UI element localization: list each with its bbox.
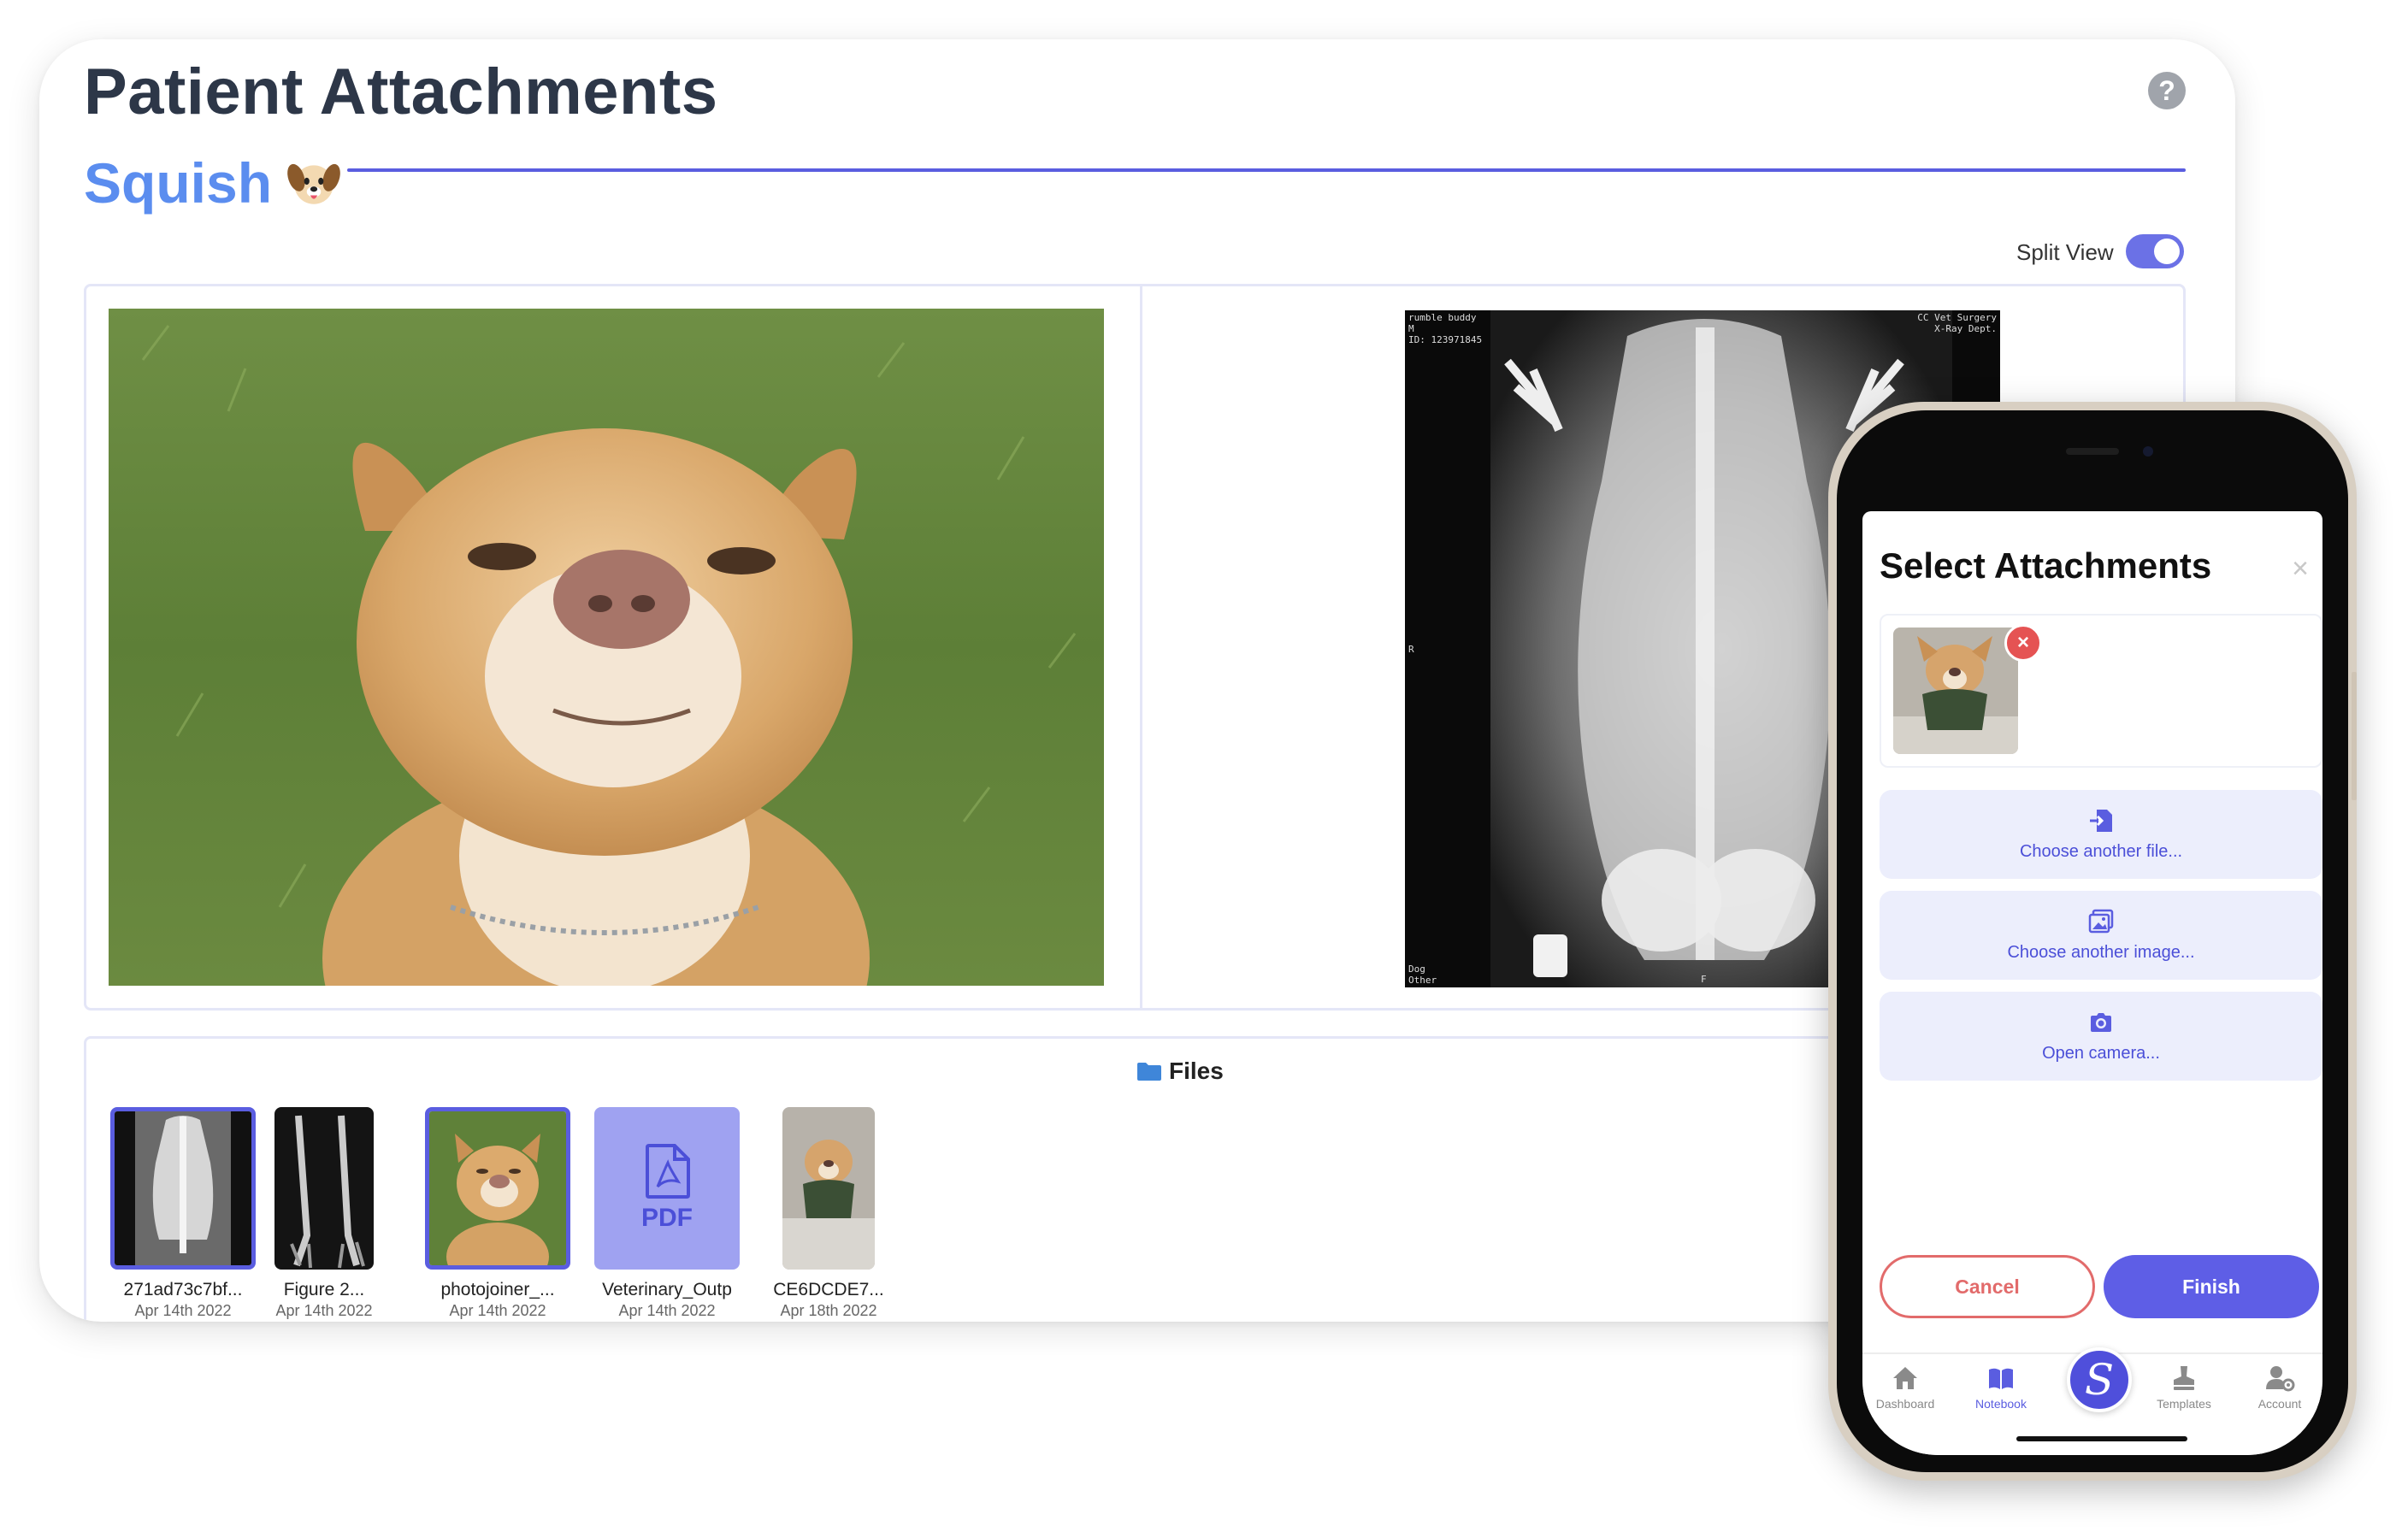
file-thumb-5[interactable] [782, 1107, 875, 1270]
files-heading: Files [1136, 1058, 1224, 1085]
images-icon [2088, 909, 2114, 933]
split-view-toggle[interactable] [2126, 234, 2184, 268]
file-name-5: CE6DCDE7... [773, 1280, 884, 1299]
xray-thumb-image [115, 1111, 251, 1265]
file-thumb-3[interactable] [425, 1107, 570, 1270]
split-view-label: Split View [2016, 239, 2114, 265]
selected-attachment-thumb[interactable] [1893, 628, 2018, 754]
phone-screen: Select Attachments × × Choose another fi… [1862, 511, 2322, 1455]
choose-file-button[interactable]: Choose another file... [1880, 790, 2322, 879]
choose-file-label: Choose another file... [2019, 841, 2183, 861]
patient-header: Squish [84, 140, 342, 226]
file-name-3: photojoiner_... [440, 1280, 555, 1299]
dog-photo-thumb-image [429, 1111, 566, 1265]
file-date-2: Apr 14th 2022 [275, 1302, 373, 1319]
folder-icon [1137, 1063, 1161, 1081]
xray-clinic-info: CC Vet Surgery X-Ray Dept. [1917, 312, 1997, 334]
help-icon[interactable]: ? [2148, 72, 2186, 109]
file-thumb-4[interactable]: PDF [594, 1107, 740, 1270]
xray-marker-r: R [1408, 644, 1414, 655]
phone-side-button [2352, 672, 2357, 800]
file-date-3: Apr 14th 2022 [449, 1302, 546, 1319]
camera-icon [2091, 1012, 2111, 1032]
choose-image-label: Choose another image... [2007, 942, 2195, 962]
home-indicator [2016, 1436, 2187, 1441]
file-date-5: Apr 18th 2022 [780, 1302, 877, 1319]
finish-button[interactable]: Finish [2104, 1255, 2319, 1318]
tab-dashboard[interactable]: Dashboard [1862, 1363, 1948, 1411]
files-title: Files [1169, 1058, 1224, 1084]
dog-photo-image [109, 309, 1104, 986]
app-logo-button[interactable]: S [2067, 1347, 2132, 1412]
page-title: Patient Attachments [84, 56, 718, 128]
file-name-2: Figure 2... [283, 1280, 365, 1299]
selected-attachment-preview: × [1880, 614, 2322, 768]
choose-image-button[interactable]: Choose another image... [1880, 891, 2322, 980]
tab-account-label: Account [2258, 1397, 2302, 1411]
tab-account[interactable]: Account [2237, 1363, 2322, 1411]
phone-bezel: Select Attachments × × Choose another fi… [1837, 410, 2348, 1472]
remove-attachment-button[interactable]: × [2004, 624, 2042, 662]
split-divider[interactable] [1140, 286, 1142, 1008]
file-thumb-2[interactable] [274, 1107, 374, 1270]
toggle-knob [2154, 239, 2180, 264]
xray-legs-thumb-image [274, 1107, 374, 1270]
phone-device: Select Attachments × × Choose another fi… [1828, 402, 2357, 1481]
file-name-4: Veterinary_Outp [602, 1280, 732, 1299]
home-icon [1893, 1367, 1917, 1389]
xray-patient-info: rumble buddy M ID: 123971845 [1408, 312, 1483, 345]
title-divider [347, 168, 2186, 172]
dog-jacket-preview-image [1893, 628, 2018, 754]
file-date-4: Apr 14th 2022 [618, 1302, 716, 1319]
file-thumb-1[interactable] [110, 1107, 256, 1270]
tab-dashboard-label: Dashboard [1875, 1397, 1935, 1411]
patient-name: Squish [84, 151, 273, 215]
stamp-icon [2174, 1366, 2194, 1390]
file-import-icon [2090, 809, 2112, 832]
xray-marker-f: F [1701, 974, 1707, 985]
tab-templates[interactable]: Templates [2141, 1363, 2227, 1411]
sheet-close-button[interactable]: × [2292, 552, 2309, 586]
tab-notebook-label: Notebook [1975, 1397, 2027, 1411]
book-icon [1989, 1368, 2013, 1389]
user-cog-icon [2266, 1366, 2295, 1392]
tab-templates-label: Templates [2157, 1397, 2211, 1411]
cancel-button[interactable]: Cancel [1880, 1255, 2095, 1318]
dog-face-icon [287, 163, 340, 204]
sheet-title: Select Attachments [1880, 545, 2212, 586]
phone-speaker [2066, 448, 2119, 455]
stage: Patient Attachments ? Squish Split View [0, 0, 2408, 1532]
phone-camera [2143, 446, 2153, 457]
xray-species-info: Dog Other [1408, 963, 1437, 986]
tab-notebook[interactable]: Notebook [1958, 1363, 2044, 1411]
open-camera-label: Open camera... [2042, 1043, 2160, 1063]
dog-jacket-thumb-image [782, 1107, 875, 1270]
open-camera-button[interactable]: Open camera... [1880, 992, 2322, 1081]
pdf-file-icon [646, 1144, 690, 1199]
pdf-badge: PDF [641, 1204, 693, 1232]
dog-photo-preview[interactable] [109, 309, 1104, 986]
